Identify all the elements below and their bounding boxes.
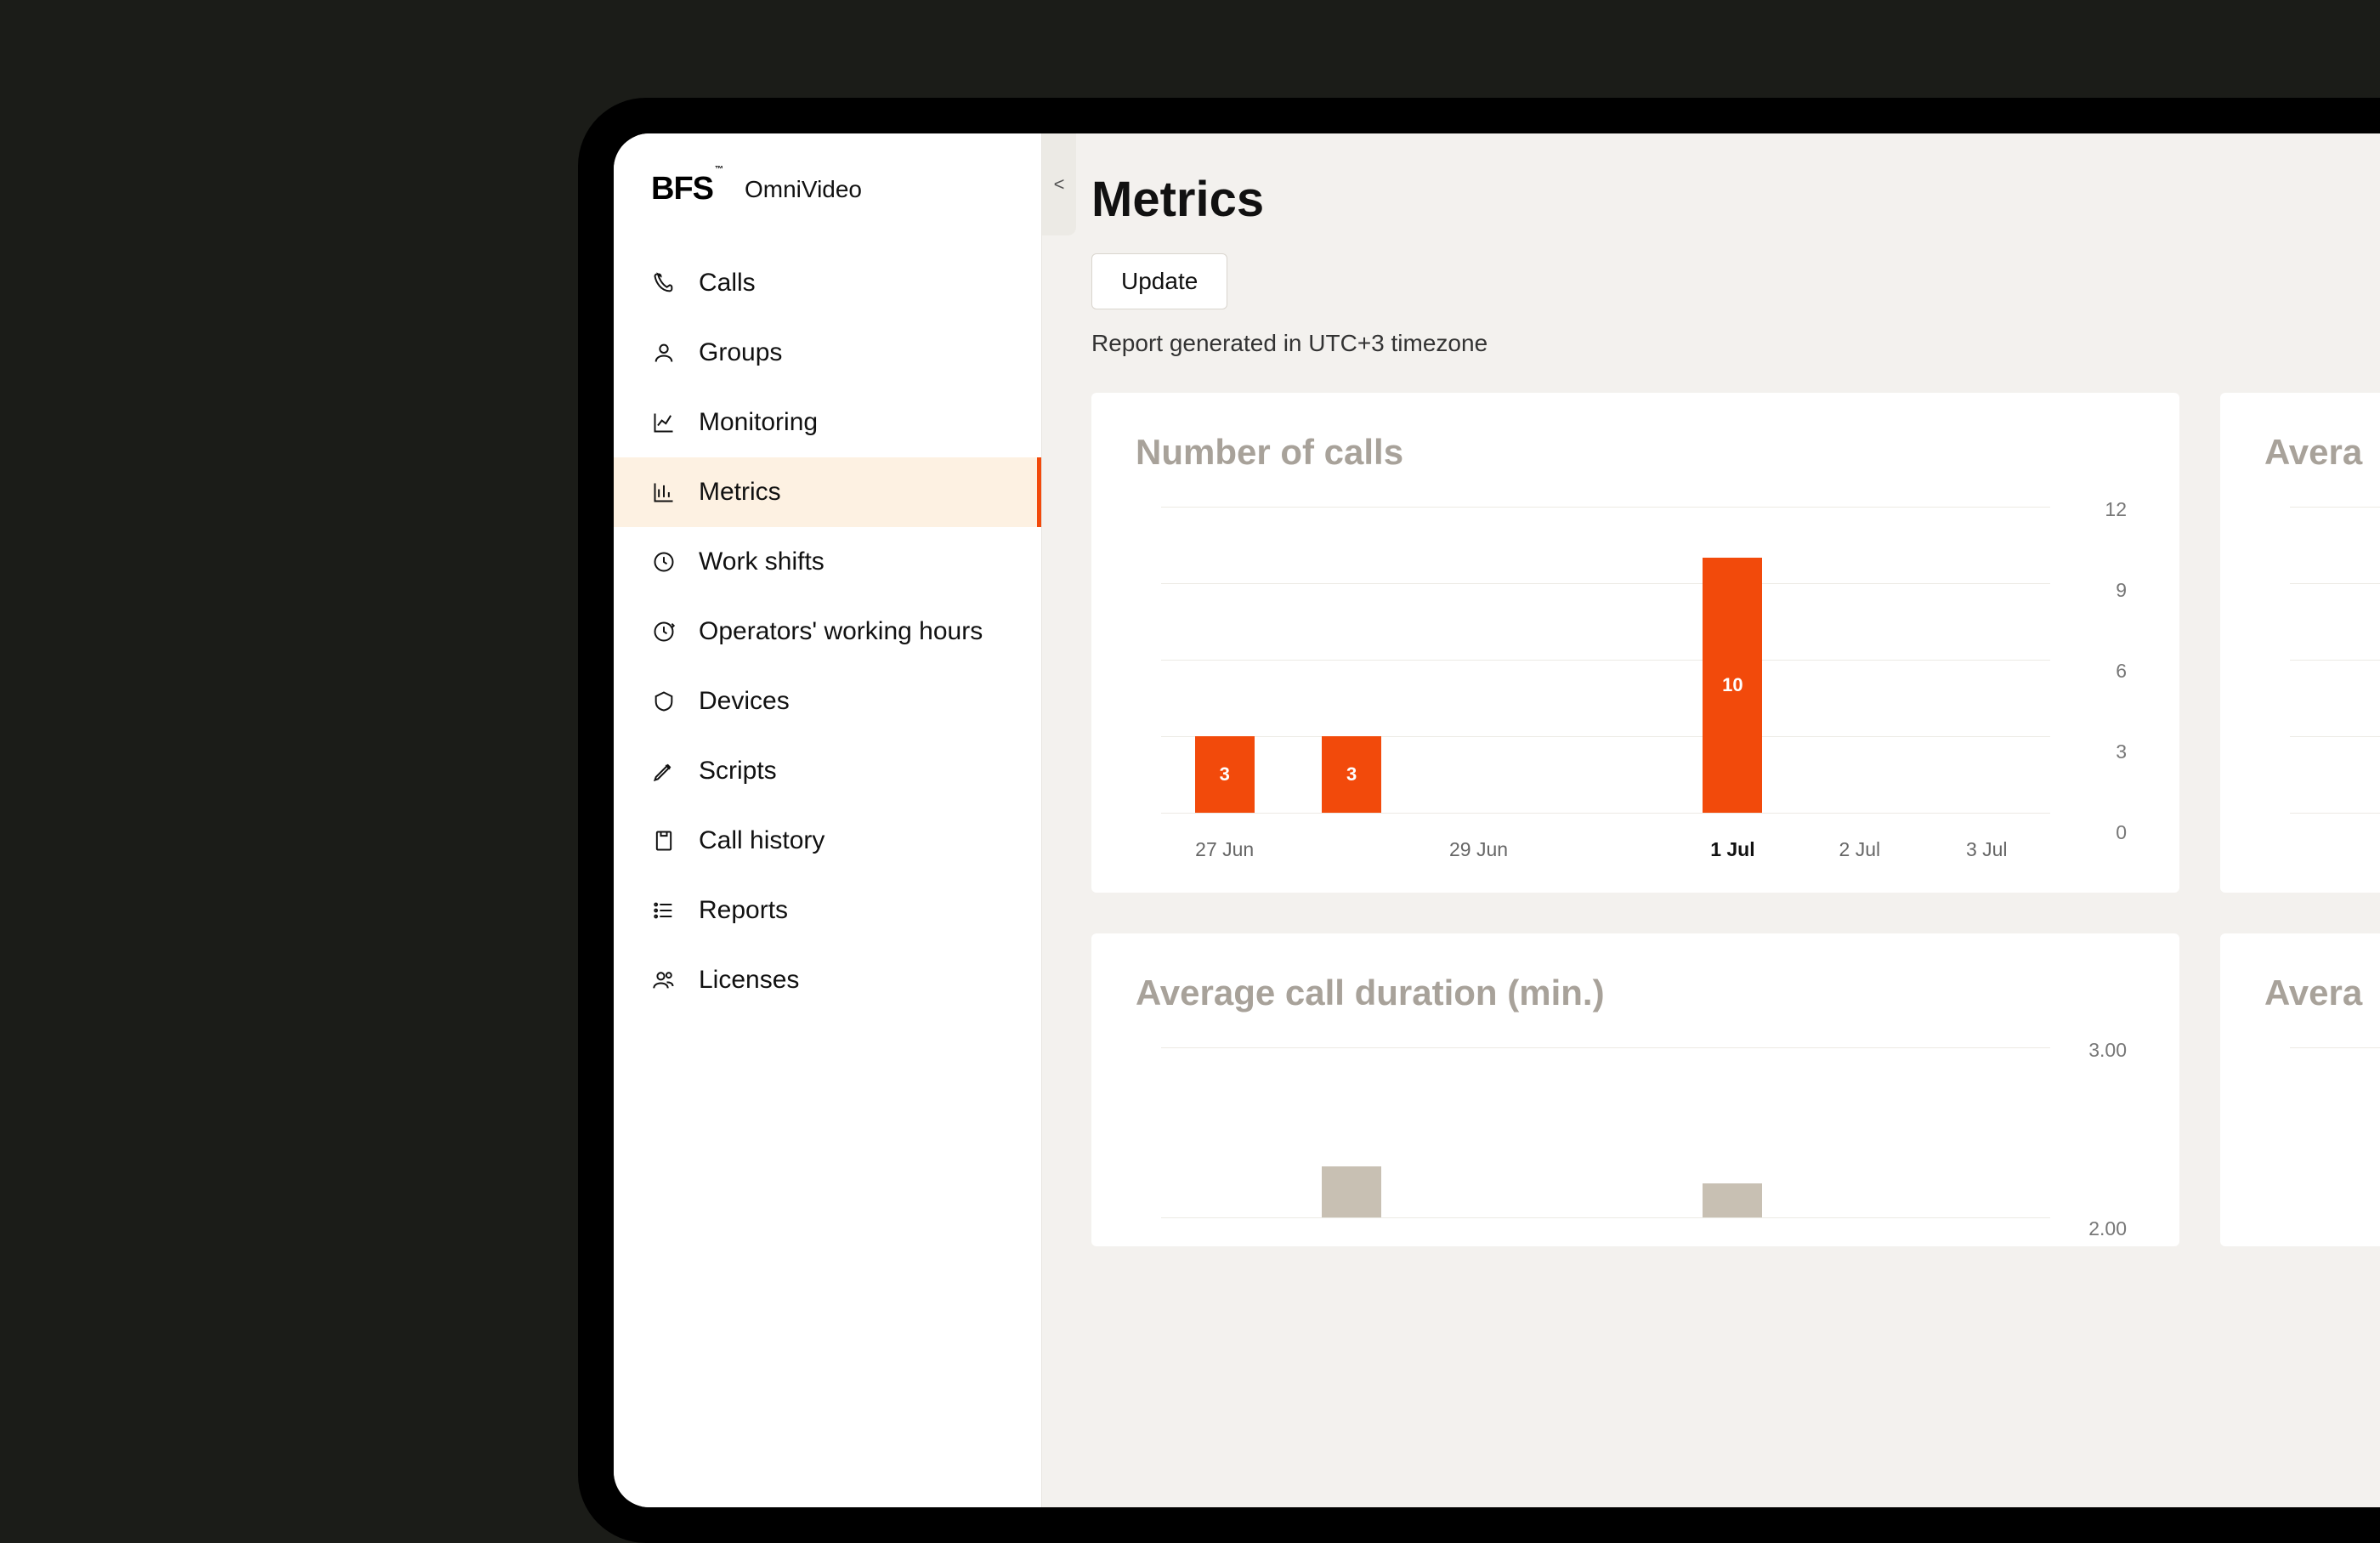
bar-slot: 3 xyxy=(1288,507,1414,813)
bar-slot xyxy=(1415,1047,1542,1217)
sidebar-item-call-history[interactable]: Call history xyxy=(614,806,1041,876)
bar-slot xyxy=(1924,1047,2050,1217)
chart-grid xyxy=(2290,1047,2380,1217)
sidebar-collapse-handle[interactable]: < xyxy=(1042,133,1076,235)
list-icon xyxy=(651,898,677,923)
clock-arrow-icon xyxy=(651,619,677,644)
x-label: 27 Jun xyxy=(1161,821,1288,864)
bar-chart-duration: 3.00 2.00 xyxy=(1136,1047,2135,1217)
bar-slot xyxy=(1415,507,1542,813)
main-content: Metrics Update Report generated in UTC+3… xyxy=(1042,133,2380,1507)
y-tick: 2.00 xyxy=(2059,1217,2127,1240)
sidebar-item-label: Monitoring xyxy=(699,408,818,437)
cards-row-2: Average call duration (min.) 3.00 2.00 xyxy=(1091,933,2380,1246)
y-axis-ticks: 3.00 2.00 xyxy=(2059,1039,2127,1217)
bar-slot xyxy=(1542,507,1669,813)
sidebar-item-work-shifts[interactable]: Work shifts xyxy=(614,527,1041,597)
y-tick: 0 xyxy=(2059,821,2127,844)
bar-slot xyxy=(1796,1047,1923,1217)
screen: BFS™ OmniVideo Calls Groups xyxy=(614,133,2380,1507)
report-timezone-note: Report generated in UTC+3 timezone xyxy=(1091,330,2380,357)
y-tick: 3.00 xyxy=(2059,1039,2127,1062)
bar[interactable] xyxy=(1703,1183,1762,1217)
sidebar-item-label: Work shifts xyxy=(699,547,824,576)
bar-chart-peek xyxy=(2264,507,2380,864)
sidebar-item-licenses[interactable]: Licenses xyxy=(614,945,1041,1015)
sidebar-nav: Calls Groups Monitoring xyxy=(614,233,1041,1015)
card-title: Average call duration (min.) xyxy=(1136,973,2135,1013)
bar-slot xyxy=(1288,1047,1414,1217)
sidebar-item-devices[interactable]: Devices xyxy=(614,667,1041,736)
sidebar-item-label: Scripts xyxy=(699,757,777,786)
chart-bars: 3 3 10 xyxy=(1161,507,2050,813)
x-label: 2 Jul xyxy=(1796,821,1923,864)
sidebar-item-calls[interactable]: Calls xyxy=(614,248,1041,318)
card-title: Number of calls xyxy=(1136,432,2135,473)
sidebar-item-label: Licenses xyxy=(699,966,799,995)
sidebar-item-label: Operators' working hours xyxy=(699,617,983,646)
sidebar-item-operators-hours[interactable]: Operators' working hours xyxy=(614,597,1041,667)
clock-icon xyxy=(651,549,677,575)
sidebar-item-monitoring[interactable]: Monitoring xyxy=(614,388,1041,457)
sidebar-item-reports[interactable]: Reports xyxy=(614,876,1041,945)
brand-app-name: OmniVideo xyxy=(745,176,862,203)
bar[interactable]: 10 xyxy=(1703,558,1762,813)
sidebar-item-label: Reports xyxy=(699,896,788,925)
sidebar-item-label: Groups xyxy=(699,338,782,367)
y-tick: 9 xyxy=(2059,579,2127,602)
card-number-of-calls: Number of calls 12 9 6 xyxy=(1091,393,2179,893)
cards-row-1: Number of calls 12 9 6 xyxy=(1091,393,2380,893)
bar-chart-icon xyxy=(651,479,677,505)
brand-block: BFS™ OmniVideo xyxy=(614,133,1041,233)
device-frame: BFS™ OmniVideo Calls Groups xyxy=(578,98,2380,1543)
bar-chart-peek xyxy=(2264,1047,2380,1217)
sidebar: BFS™ OmniVideo Calls Groups xyxy=(614,133,1042,1507)
bar-slot xyxy=(1669,1047,1796,1217)
x-label: 1 Jul xyxy=(1669,821,1796,864)
y-tick: 12 xyxy=(2059,498,2127,521)
sidebar-item-metrics[interactable]: Metrics xyxy=(614,457,1041,527)
sidebar-item-label: Calls xyxy=(699,269,756,298)
card-title: Avera xyxy=(2264,973,2380,1013)
file-icon xyxy=(651,828,677,854)
sidebar-item-scripts[interactable]: Scripts xyxy=(614,736,1041,806)
pen-icon xyxy=(651,758,677,784)
bar[interactable]: 3 xyxy=(1195,736,1255,813)
card-average-peek-1: Avera xyxy=(2220,393,2380,893)
y-axis-ticks: 12 9 6 3 0 xyxy=(2059,498,2127,821)
x-label: 29 Jun xyxy=(1415,821,1542,864)
x-axis-labels: 27 Jun 28 Jun 29 Jun 30 Jun 1 Jul 2 Jul … xyxy=(1161,821,2050,864)
users-icon xyxy=(651,967,677,993)
card-avg-call-duration: Average call duration (min.) 3.00 2.00 xyxy=(1091,933,2179,1246)
device-icon xyxy=(651,689,677,714)
x-label: 3 Jul xyxy=(1924,821,2050,864)
chart-grid xyxy=(2290,507,2380,813)
bar-slot xyxy=(1542,1047,1669,1217)
brand-logo: BFS™ xyxy=(651,171,721,207)
chart-bars xyxy=(1161,1047,2050,1217)
sidebar-item-label: Metrics xyxy=(699,478,781,507)
card-average-peek-2: Avera xyxy=(2220,933,2380,1246)
sidebar-item-groups[interactable]: Groups xyxy=(614,318,1041,388)
bar-slot xyxy=(1161,1047,1288,1217)
line-chart-icon xyxy=(651,410,677,435)
bar-slot xyxy=(1796,507,1923,813)
update-button[interactable]: Update xyxy=(1091,253,1227,309)
bar-slot: 10 xyxy=(1669,507,1796,813)
chevron-left-icon: < xyxy=(1054,173,1065,196)
page-title: Metrics xyxy=(1091,171,2380,228)
bar-chart-calls: 12 9 6 3 0 3 3 10 xyxy=(1136,507,2135,864)
y-tick: 3 xyxy=(2059,740,2127,763)
card-title: Avera xyxy=(2264,432,2380,473)
y-tick: 6 xyxy=(2059,660,2127,683)
user-icon xyxy=(651,340,677,366)
phone-icon xyxy=(651,270,677,296)
bar[interactable] xyxy=(1322,1166,1381,1217)
sidebar-item-label: Call history xyxy=(699,826,824,855)
bar[interactable]: 3 xyxy=(1322,736,1381,813)
bar-slot xyxy=(1924,507,2050,813)
sidebar-item-label: Devices xyxy=(699,687,790,716)
bar-slot: 3 xyxy=(1161,507,1288,813)
